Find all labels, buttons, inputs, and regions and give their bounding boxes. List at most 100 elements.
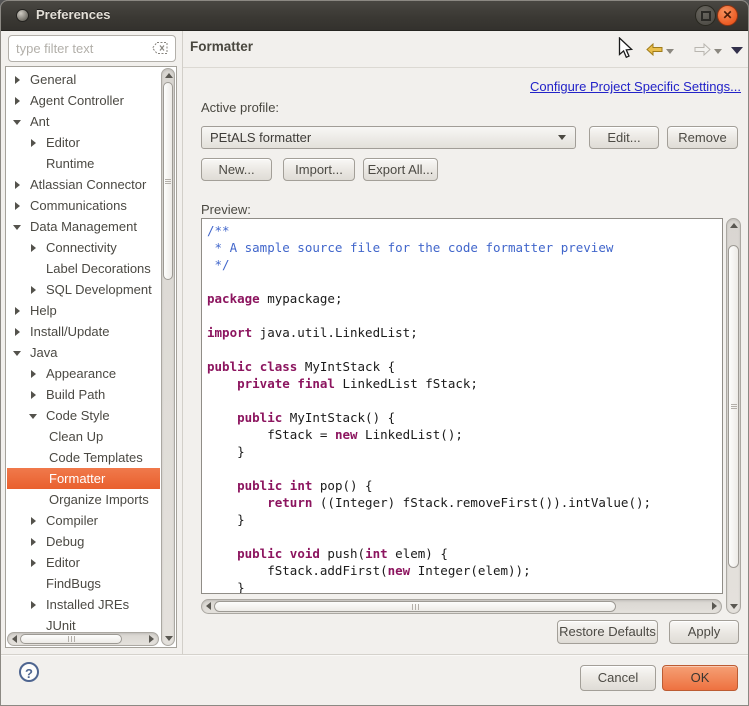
expand-arrow-icon[interactable] (29, 243, 42, 253)
filter-input[interactable] (8, 35, 176, 62)
tree-item-communications[interactable]: Communications (7, 195, 160, 216)
tree-item-label: Formatter (49, 471, 105, 486)
tree-item-connectivity[interactable]: Connectivity (7, 237, 160, 258)
tree-item-build-path[interactable]: Build Path (7, 384, 160, 405)
code-line: fStack.addFirst(new Integer(elem)); (207, 562, 722, 579)
collapse-arrow-icon[interactable] (13, 222, 26, 232)
tree-item-debug[interactable]: Debug (7, 531, 160, 552)
tree-item-java[interactable]: Java (7, 342, 160, 363)
scroll-down-icon[interactable] (165, 636, 173, 641)
export-all-button[interactable]: Export All... (363, 158, 438, 181)
preview-area[interactable]: /** * A sample source file for the code … (201, 218, 723, 594)
tree-item-code-style[interactable]: Code Style (7, 405, 160, 426)
expand-arrow-icon[interactable] (13, 75, 26, 85)
tree-horizontal-scrollbar[interactable] (7, 632, 159, 646)
new-button[interactable]: New... (201, 158, 272, 181)
expand-arrow-icon[interactable] (29, 285, 42, 295)
configure-project-settings-link[interactable]: Configure Project Specific Settings... (530, 79, 741, 94)
tree-item-install-update[interactable]: Install/Update (7, 321, 160, 342)
tree-item-sql-development[interactable]: SQL Development (7, 279, 160, 300)
panel-sash[interactable] (182, 31, 183, 654)
expand-arrow-icon[interactable] (13, 96, 26, 106)
expand-arrow-icon[interactable] (29, 138, 42, 148)
view-menu-icon[interactable] (731, 47, 743, 54)
expand-arrow-icon[interactable] (13, 327, 26, 337)
code-token (207, 376, 237, 391)
tree-item-installed-jres[interactable]: Installed JREs (7, 594, 160, 615)
code-token: public (237, 478, 282, 493)
tree-vertical-scrollbar[interactable] (161, 68, 175, 646)
preferences-window: Preferences ✕ General Agent Controller Ant… (0, 0, 749, 706)
tree-item-help[interactable]: Help (7, 300, 160, 321)
tree-item-compiler[interactable]: Compiler (7, 510, 160, 531)
code-token: fStack.addFirst( (207, 563, 388, 578)
tree-hscrollbar-thumb[interactable] (20, 634, 122, 644)
preview-scrollbar-thumb[interactable] (728, 245, 739, 568)
maximize-button[interactable] (695, 5, 716, 26)
scroll-down-icon[interactable] (730, 604, 738, 609)
expand-arrow-icon[interactable] (13, 180, 26, 190)
code-token: java.util.LinkedList; (252, 325, 418, 340)
tree-item-findbugs[interactable]: FindBugs (7, 573, 160, 594)
expand-arrow-icon[interactable] (13, 306, 26, 316)
tree-item-label: SQL Development (46, 282, 152, 297)
tree-item-label: Agent Controller (30, 93, 124, 108)
restore-defaults-button[interactable]: Restore Defaults (557, 620, 658, 644)
preview-vertical-scrollbar[interactable] (726, 218, 741, 614)
ok-button[interactable]: OK (662, 665, 738, 691)
tree-item-agent-controller[interactable]: Agent Controller (7, 90, 160, 111)
back-history-arrow-icon[interactable] (666, 49, 674, 54)
scroll-left-icon[interactable] (206, 602, 211, 610)
tree-item-ant[interactable]: Ant (7, 111, 160, 132)
collapse-arrow-icon[interactable] (13, 117, 26, 127)
expand-arrow-icon[interactable] (29, 390, 42, 400)
tree-item-editor[interactable]: Editor (7, 552, 160, 573)
collapse-arrow-icon[interactable] (29, 411, 42, 421)
profile-combobox[interactable]: PEtALS formatter (201, 126, 576, 149)
tree-item-label-decorations[interactable]: Label Decorations (7, 258, 160, 279)
expand-arrow-icon[interactable] (29, 600, 42, 610)
scroll-right-icon[interactable] (712, 602, 717, 610)
code-line: */ (207, 256, 722, 273)
tree-item-code-templates[interactable]: Code Templates (7, 447, 160, 468)
titlebar[interactable]: Preferences ✕ (0, 0, 749, 31)
scroll-up-icon[interactable] (730, 223, 738, 228)
tree-item-junit[interactable]: JUnit (7, 615, 160, 631)
tree-item-atlassian-connector[interactable]: Atlassian Connector (7, 174, 160, 195)
expand-arrow-icon[interactable] (29, 369, 42, 379)
remove-button[interactable]: Remove (667, 126, 738, 149)
content-divider (183, 67, 749, 68)
scroll-left-icon[interactable] (12, 635, 17, 643)
expand-arrow-icon[interactable] (13, 201, 26, 211)
expand-arrow-icon[interactable] (29, 537, 42, 547)
back-button[interactable] (646, 43, 663, 56)
edit-button[interactable]: Edit... (589, 126, 659, 149)
tree-item-formatter[interactable]: Formatter (7, 468, 160, 489)
tree-item-clean-up[interactable]: Clean Up (7, 426, 160, 447)
scroll-up-icon[interactable] (165, 73, 173, 78)
preview-horizontal-scrollbar[interactable] (201, 599, 722, 614)
collapse-arrow-icon[interactable] (13, 348, 26, 358)
clear-filter-icon[interactable] (152, 42, 168, 54)
apply-button[interactable]: Apply (669, 620, 739, 644)
tree-item-label: General (30, 72, 76, 87)
tree-item-data-management[interactable]: Data Management (7, 216, 160, 237)
tree-item-organize-imports[interactable]: Organize Imports (7, 489, 160, 510)
help-button[interactable]: ? (19, 662, 39, 682)
tree-item-runtime[interactable]: Runtime (7, 153, 160, 174)
forward-button[interactable] (694, 43, 711, 56)
tree-item-general[interactable]: General (7, 69, 160, 90)
scroll-right-icon[interactable] (149, 635, 154, 643)
tree-item-label: Code Style (46, 408, 110, 423)
preview-hscrollbar-thumb[interactable] (214, 601, 616, 612)
cancel-button[interactable]: Cancel (580, 665, 656, 691)
expand-arrow-icon[interactable] (29, 558, 42, 568)
forward-history-arrow-icon[interactable] (714, 49, 722, 54)
tree-scrollbar-thumb[interactable] (163, 82, 173, 280)
tree-item-editor[interactable]: Editor (7, 132, 160, 153)
close-button[interactable]: ✕ (717, 5, 738, 26)
page-title: Formatter (190, 39, 253, 54)
tree-item-appearance[interactable]: Appearance (7, 363, 160, 384)
expand-arrow-icon[interactable] (29, 516, 42, 526)
import-button[interactable]: Import... (283, 158, 355, 181)
